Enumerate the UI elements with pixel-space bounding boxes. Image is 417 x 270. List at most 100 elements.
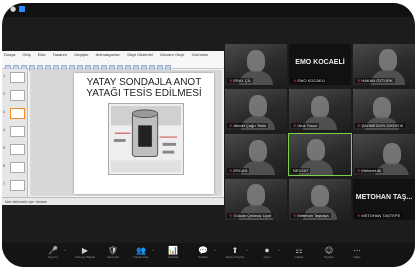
mic-muted-icon: ✕	[357, 168, 361, 173]
participant-name: ✕Gülcan Çekinaz Uçar	[227, 213, 274, 218]
participant-video	[311, 185, 329, 207]
slide-thumbnail-selected[interactable]	[10, 108, 25, 119]
chevron-up-icon[interactable]: ^	[152, 248, 154, 253]
slide-thumbnail[interactable]	[10, 72, 25, 83]
chat-button[interactable]: 💬 Sohbet ^	[188, 246, 218, 266]
ribbon-tool-icons	[5, 58, 221, 71]
label-bar	[162, 150, 175, 154]
mic-muted-icon: ✕	[293, 123, 297, 128]
mic-muted-icon: ✕	[293, 213, 297, 218]
slide-thumbnail[interactable]	[10, 126, 25, 137]
share-screen-button[interactable]: ⬆ Ekranı Paylaş ^	[220, 246, 250, 266]
label-bar	[162, 142, 177, 146]
video-camera-icon: ▶	[81, 246, 89, 255]
participant-tile-active-speaker[interactable]: NEVZAT	[288, 133, 352, 176]
soil-layer	[111, 160, 181, 173]
anode-bed-diagram	[108, 103, 184, 175]
mic-muted-icon: ✕	[357, 123, 361, 128]
participant-tile[interactable]: ✕ERAL ÇİL	[225, 44, 287, 85]
mic-muted-icon: ✕	[357, 213, 361, 218]
mic-muted-icon: ✕	[293, 78, 297, 83]
mic-muted-icon: ✕	[229, 168, 233, 173]
participant-tile[interactable]: ✕Metehan Taşkaya	[289, 179, 351, 220]
slide-title-line: YATAY SONDAJLA ANOT	[86, 77, 202, 88]
ribbon-tab[interactable]: Geçişler	[74, 52, 89, 57]
slide-editing-area[interactable]: YATAY SONDAJLA ANOT YATAĞI TESİS EDİLMES…	[30, 70, 222, 196]
participant-video	[307, 139, 325, 161]
thumb-number: 4	[3, 127, 6, 132]
polls-button[interactable]: 📊 Anketler	[158, 246, 188, 266]
smiley-icon: ☺	[324, 246, 334, 255]
slide-thumbnail[interactable]	[10, 180, 25, 191]
label-bar	[113, 139, 126, 142]
slide-thumbnail[interactable]	[10, 162, 25, 173]
participant-tile[interactable]: ✕ŞAHMEDDİN DİKBIYIK	[353, 89, 415, 130]
participant-video	[311, 96, 329, 118]
ribbon-tab[interactable]: Tasarım	[53, 52, 67, 57]
thumb-number: 6	[3, 163, 6, 168]
participant-tile[interactable]: ✕Ufuk Tosun	[289, 89, 351, 130]
ribbon-tab[interactable]: Giriş	[22, 52, 30, 57]
ribbon-tab[interactable]: Animasyonlar	[96, 52, 120, 57]
reactions-button[interactable]: ☺ Tepkiler	[314, 246, 344, 266]
meeting-controls-toolbar: 🎤 Sesi Aç ^ ▶ Videoyu Başlat 🛡 Güvenlik …	[2, 243, 415, 267]
more-button[interactable]: ⋯ Diğer	[342, 246, 372, 266]
slide-title: YATAY SONDAJLA ANOT YATAĞI TESİS EDİLMES…	[74, 77, 214, 99]
unmute-button[interactable]: 🎤 Sesi Aç ^	[38, 246, 68, 266]
participant-tile[interactable]: EMO KOCAELİ ✕EMO KOCAELİ	[289, 44, 351, 85]
mic-muted-icon: ✕	[357, 78, 361, 83]
slide-thumbnail[interactable]	[10, 90, 25, 101]
participant-name: ✕ŞAHMEDDİN DİKBIYIK	[355, 123, 406, 128]
powerpoint-ribbon: Dosya Giriş Ekle Tasarım Geçişler Animas…	[2, 51, 224, 71]
ribbon-tabs: Dosya Giriş Ekle Tasarım Geçişler Animas…	[4, 52, 214, 57]
security-button[interactable]: 🛡 Güvenlik	[98, 246, 128, 266]
participant-video	[247, 50, 265, 72]
slide-title-line: YATAĞI TESİS EDİLMESİ	[86, 88, 202, 99]
current-slide[interactable]: YATAY SONDAJLA ANOT YATAĞI TESİS EDİLMES…	[74, 73, 214, 194]
mic-muted-icon: ✕	[229, 78, 233, 83]
breakout-rooms-button[interactable]: ⚏ Odalar	[284, 246, 314, 266]
chevron-up-icon[interactable]: ^	[214, 248, 216, 253]
chevron-up-icon[interactable]: ^	[64, 248, 66, 253]
slide-thumbnail[interactable]	[10, 144, 25, 155]
participant-video	[249, 140, 267, 162]
slide-thumbnail-pane[interactable]: 1 2 3 4 5 6 7	[2, 69, 28, 197]
participant-tile[interactable]: ✕Mehmet Ali	[353, 134, 415, 175]
encryption-icon[interactable]	[19, 6, 26, 12]
participant-name: ✕Metehan Taşkaya	[291, 213, 331, 218]
notes-pane[interactable]: Not eklemek için tıklatın	[2, 197, 224, 205]
meeting-status: ●	[10, 5, 26, 13]
participant-display-name: METOHAN TAŞ...	[355, 194, 413, 201]
record-button[interactable]: ⏺ Kayıt ^	[252, 246, 282, 266]
thumb-number: 5	[3, 145, 6, 150]
zoom-meeting-window: ● Dosya Giriş Ekle Tasarım Geçişler Anim…	[2, 3, 415, 267]
participant-tile[interactable]: ✕ERCAN	[225, 134, 287, 175]
participant-tile[interactable]: ✕HAKAN ÖZTÜRK	[353, 44, 415, 85]
participant-name: ✕Ufuk Tosun	[291, 123, 320, 128]
participant-tile[interactable]: ✕Gülcan Çekinaz Uçar	[225, 179, 287, 220]
notes-placeholder: Not eklemek için tıklatın	[5, 199, 48, 204]
tank-top-shape	[131, 109, 159, 119]
participant-name: ✕ERCAN	[227, 168, 250, 173]
participant-tile[interactable]: METOHAN TAŞ... ✕METOHAN TAŞTEPE	[353, 179, 415, 220]
ribbon-tab[interactable]: Görünüm	[192, 52, 209, 57]
participant-tile[interactable]: ✕Ahmet Çağrı Tekin	[225, 89, 287, 130]
breakout-rooms-icon: ⚏	[295, 246, 303, 255]
participant-name: NEVZAT	[291, 168, 311, 173]
participant-video	[247, 184, 265, 206]
anode-core-shape	[138, 125, 152, 147]
chevron-up-icon[interactable]: ^	[246, 248, 248, 253]
participant-video	[383, 143, 401, 165]
participant-name: ✕Ahmet Çağrı Tekin	[227, 123, 269, 128]
ribbon-tab[interactable]: Slayt Gösterisi	[127, 52, 153, 57]
ellipsis-icon: ⋯	[353, 246, 361, 255]
start-video-button[interactable]: ▶ Videoyu Başlat	[70, 246, 100, 266]
shared-screen[interactable]: Dosya Giriş Ekle Tasarım Geçişler Animas…	[2, 51, 224, 205]
ribbon-tab[interactable]: Ekle	[38, 52, 46, 57]
mic-muted-icon: ✕	[229, 123, 233, 128]
ribbon-tab[interactable]: Gözden Geçir	[160, 52, 185, 57]
participant-display-name: EMO KOCAELİ	[295, 59, 345, 66]
participants-button[interactable]: 👥 Katılımcılar ^	[126, 246, 156, 266]
ribbon-tab[interactable]: Dosya	[4, 52, 15, 57]
chevron-up-icon[interactable]: ^	[278, 248, 280, 253]
